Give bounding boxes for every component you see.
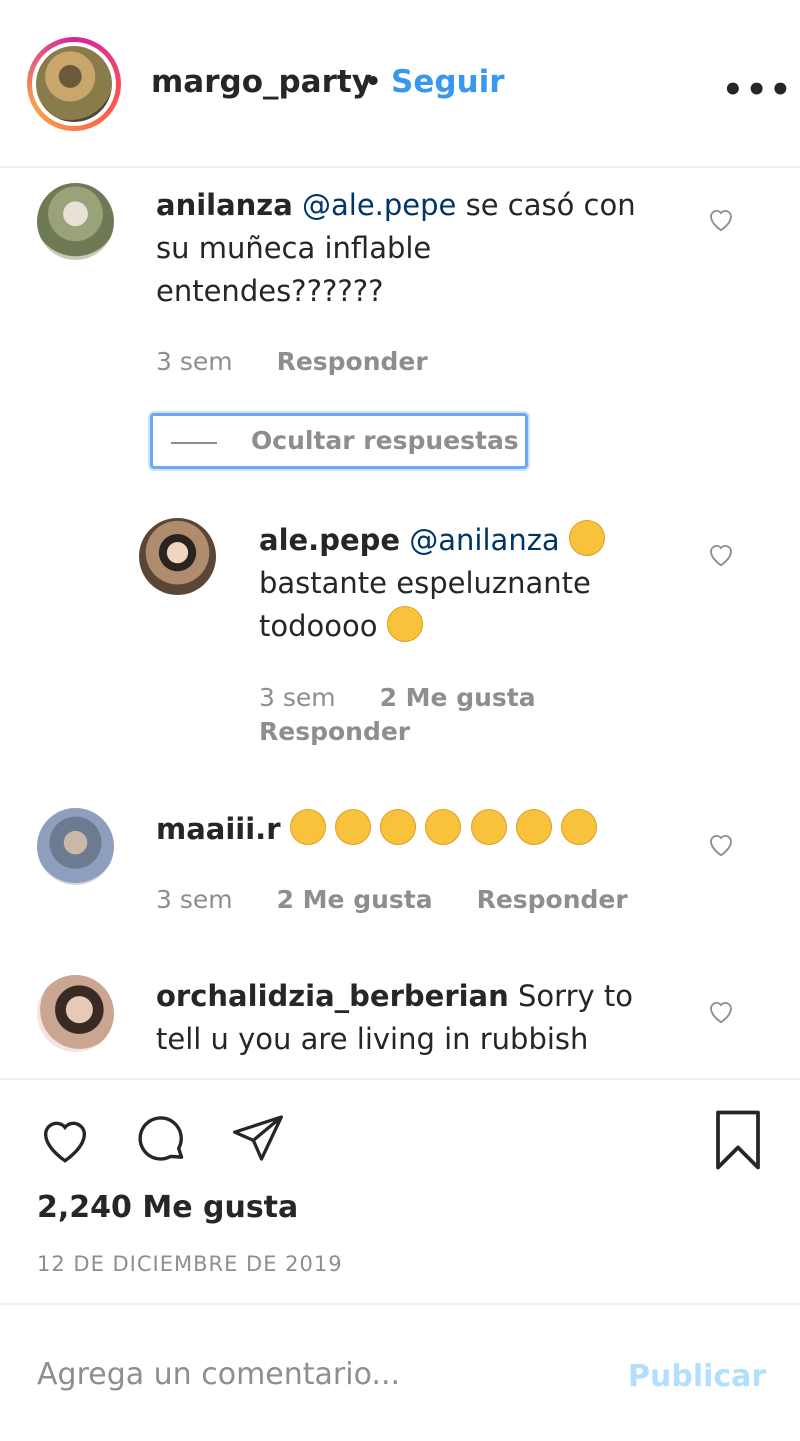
separator-dot: • xyxy=(364,64,383,100)
like-heart-icon[interactable] xyxy=(706,540,736,568)
reply-button[interactable]: Responder xyxy=(477,885,628,914)
post-username[interactable]: margo_party xyxy=(151,64,372,100)
reply-text: bastante espeluznante xyxy=(259,566,591,600)
more-options-icon[interactable]: ••• xyxy=(722,70,793,110)
rofl-emoji-icon xyxy=(561,809,598,845)
divider-line xyxy=(171,442,217,444)
comment-time[interactable]: 3 sem xyxy=(156,347,233,376)
comment-time[interactable]: 3 sem xyxy=(156,885,233,914)
post-header: margo_party • Seguir ••• xyxy=(0,0,800,168)
avatar-image xyxy=(36,46,112,122)
like-heart-icon[interactable] xyxy=(706,997,736,1025)
like-heart-icon[interactable] xyxy=(706,830,736,858)
rofl-emoji-icon xyxy=(289,809,326,845)
comment-text: Sorry to xyxy=(508,979,633,1013)
reply-likes[interactable]: 2 Me gusta xyxy=(380,683,536,712)
like-heart-icon[interactable] xyxy=(706,205,736,233)
reply-button[interactable]: Responder xyxy=(259,717,410,746)
rofl-emoji-icon xyxy=(380,809,417,845)
comment-input[interactable] xyxy=(37,1357,597,1392)
hide-replies-button[interactable]: Ocultar respuestas xyxy=(150,413,528,469)
rofl-emoji-icon xyxy=(334,809,371,845)
likes-count[interactable]: 2,240 Me gusta xyxy=(37,1190,298,1225)
hide-replies-label: Ocultar respuestas xyxy=(251,426,519,455)
avatar[interactable] xyxy=(37,183,114,260)
publish-button[interactable]: Publicar xyxy=(628,1359,766,1394)
comment-text: se casó con xyxy=(456,188,636,222)
mention-link[interactable]: @anilanza xyxy=(409,523,559,557)
comment-username[interactable]: maaiii.r xyxy=(156,812,281,846)
reply-username[interactable]: ale.pepe xyxy=(259,523,400,557)
reply-text: todoooo xyxy=(259,609,378,643)
profile-avatar[interactable] xyxy=(27,37,121,131)
post-date: 12 DE DICIEMBRE DE 2019 xyxy=(37,1252,343,1276)
add-comment-bar: Publicar xyxy=(0,1303,800,1441)
comments-list: anilanza @ale.pepe se casó con su muñeca… xyxy=(0,170,800,1078)
avatar[interactable] xyxy=(37,808,114,885)
avatar[interactable] xyxy=(139,518,216,595)
follow-button[interactable]: Seguir xyxy=(391,64,505,100)
avatar[interactable] xyxy=(37,975,114,1052)
comment-likes[interactable]: 2 Me gusta xyxy=(277,885,433,914)
reply-time[interactable]: 3 sem xyxy=(259,683,336,712)
comment-username[interactable]: orchalidzia_berberian xyxy=(156,979,509,1013)
comment-text: su muñeca inflable xyxy=(156,231,432,265)
laughing-emoji-icon xyxy=(386,606,423,642)
share-send-icon[interactable] xyxy=(228,1110,288,1166)
rofl-emoji-row xyxy=(289,809,598,846)
rolling-eyes-emoji-icon xyxy=(568,520,605,556)
rofl-emoji-icon xyxy=(515,809,552,845)
like-heart-icon[interactable] xyxy=(36,1112,94,1166)
bookmark-save-icon[interactable] xyxy=(711,1110,765,1170)
mention-link[interactable]: @ale.pepe xyxy=(302,188,456,222)
reply-button[interactable]: Responder xyxy=(277,347,428,376)
comment-username[interactable]: anilanza xyxy=(156,188,293,222)
rofl-emoji-icon xyxy=(470,809,507,845)
comment-text: entendes?????? xyxy=(156,274,384,308)
comment-bubble-icon[interactable] xyxy=(131,1110,191,1168)
comment-text: tell u you are living in rubbish xyxy=(156,1022,589,1056)
rofl-emoji-icon xyxy=(425,809,462,845)
